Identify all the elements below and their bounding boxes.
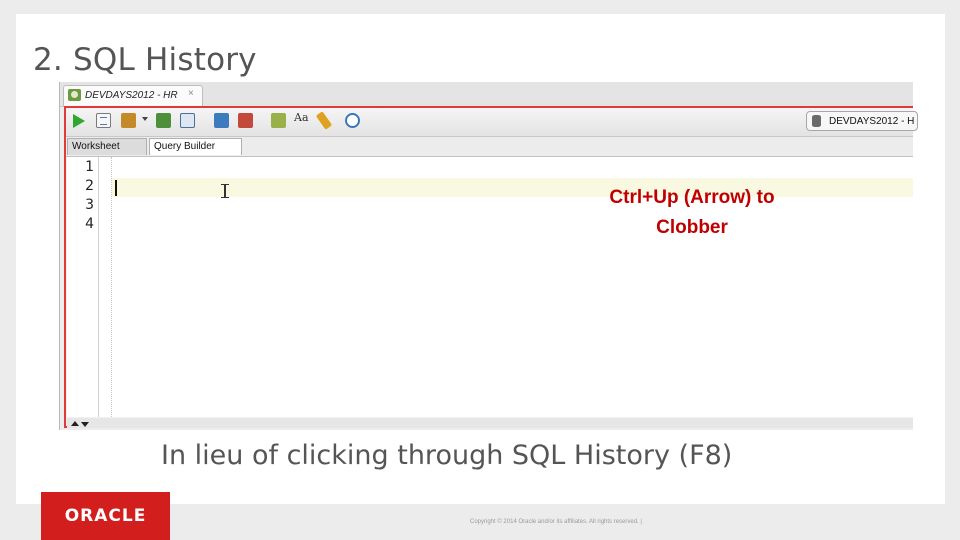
find-icon[interactable] <box>180 113 195 128</box>
document-tab-label: DEVDAYS2012 - HR <box>85 90 178 101</box>
clear-icon[interactable] <box>315 111 333 130</box>
editor-frame: Aa DEVDAYS2012 - H Worksheet Query Build… <box>64 106 918 428</box>
callout-annotation: Ctrl+Up (Arrow) to Clobber <box>542 183 842 243</box>
sql-history-icon[interactable] <box>345 113 360 128</box>
worksheet-subtabs: Worksheet Query Builder <box>66 137 913 157</box>
run-script-icon[interactable] <box>96 113 111 128</box>
sql-developer-screenshot: DEVDAYS2012 - HR × Aa DEVDAYS2012 - H Wo… <box>59 82 918 430</box>
sql-worksheet-icon <box>68 89 81 101</box>
arrow-down-icon[interactable] <box>81 422 89 427</box>
line-number: 3 <box>85 197 94 213</box>
callout-line-2: Clobber <box>656 217 728 238</box>
worksheet-toolbar: Aa DEVDAYS2012 - H <box>66 108 918 137</box>
sql-tuning-icon[interactable] <box>271 113 286 128</box>
line-number: 2 <box>85 178 94 194</box>
worksheet-document-tab[interactable]: DEVDAYS2012 - HR × <box>63 85 203 106</box>
slide-caption: In lieu of clicking through SQL History … <box>161 440 733 471</box>
line-number: 1 <box>85 159 94 175</box>
close-icon[interactable]: × <box>188 88 194 99</box>
callout-line-1: Ctrl+Up (Arrow) to <box>609 187 775 208</box>
format-icon[interactable]: Aa <box>294 111 312 129</box>
i-beam-cursor-icon <box>221 184 229 198</box>
connection-label: DEVDAYS2012 - H <box>829 116 915 127</box>
database-icon <box>812 115 821 127</box>
run-statement-icon[interactable] <box>73 114 85 128</box>
line-number-gutter: 1 2 3 4 <box>67 157 99 417</box>
explain-plan-icon[interactable] <box>156 113 171 128</box>
autotrace-icon[interactable] <box>121 113 136 128</box>
editor-bottom-bar <box>67 418 913 428</box>
text-caret <box>115 180 117 196</box>
commit-icon[interactable] <box>214 113 229 128</box>
logo-text: ORACLE <box>64 506 147 526</box>
tab-worksheet[interactable]: Worksheet <box>67 138 147 155</box>
sql-editor[interactable]: Ctrl+Up (Arrow) to Clobber <box>112 157 913 417</box>
connection-selector[interactable]: DEVDAYS2012 - H <box>806 111 918 131</box>
tab-query-builder[interactable]: Query Builder <box>149 138 242 155</box>
arrow-up-icon[interactable] <box>71 421 79 426</box>
document-tab-bar: DEVDAYS2012 - HR × <box>60 82 913 107</box>
rollback-icon[interactable] <box>238 113 253 128</box>
slide-title: 2. SQL History <box>33 42 257 78</box>
line-number: 4 <box>85 216 94 232</box>
chevron-down-icon[interactable] <box>142 117 148 121</box>
fold-margin <box>99 157 112 417</box>
copyright-text: Copyright © 2014 Oracle and/or its affil… <box>470 519 642 525</box>
oracle-logo: ORACLE <box>41 492 170 540</box>
